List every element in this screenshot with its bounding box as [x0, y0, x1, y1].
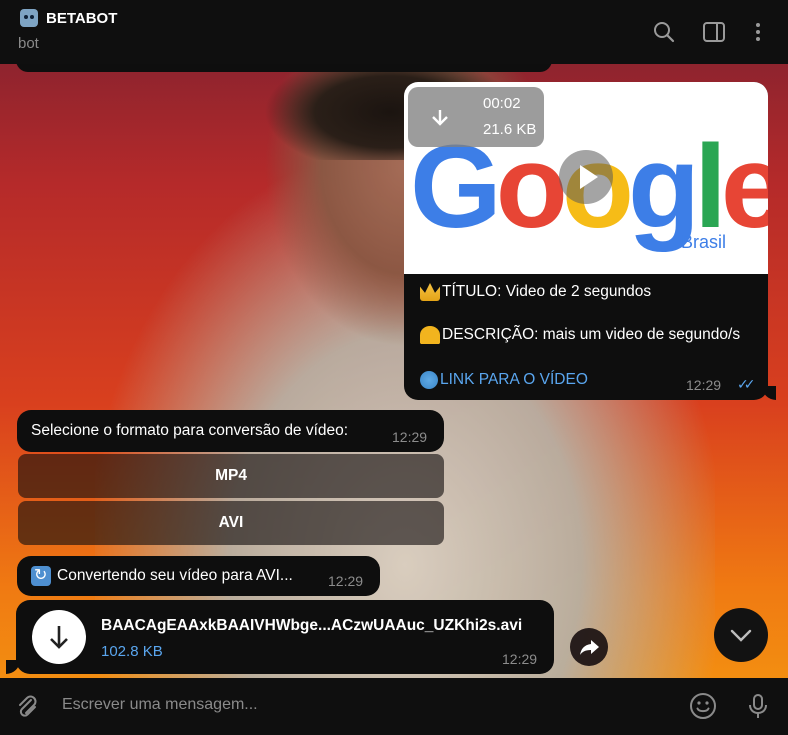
sidebar-toggle-icon[interactable] [702, 20, 726, 44]
download-icon[interactable] [428, 107, 452, 131]
format-prompt-message[interactable]: Selecione o formato para conversão de ví… [17, 410, 444, 452]
sync-icon [31, 565, 51, 586]
chat-title-text: BETABOT [46, 9, 118, 27]
file-name[interactable]: BAACAgEAAxkBAAIVHWbge...ACzwUAAuc_UZKhi2… [101, 617, 522, 635]
chat-subtitle: bot [18, 35, 39, 52]
converting-text: Convertendo seu vídeo para AVI... [31, 565, 293, 586]
file-message[interactable]: BAACAgEAAxkBAAIVHWbge...ACzwUAAuc_UZKhi2… [16, 600, 554, 674]
google-logo-subtext: Brasil [681, 232, 727, 252]
mp4-button[interactable]: MP4 [18, 454, 444, 498]
file-download-button[interactable] [32, 610, 86, 664]
message-time: 12:29 [686, 377, 722, 393]
video-duration: 00:02 [483, 95, 521, 112]
video-message[interactable]: Google Brasil 00:02 21.6 KB TÍTULO: Vide… [404, 82, 768, 400]
file-size: 102.8 KB [101, 643, 163, 660]
emoji-icon[interactable] [689, 692, 717, 720]
download-arrow-icon [50, 626, 68, 649]
video-thumbnail[interactable]: Google Brasil 00:02 21.6 KB [404, 82, 768, 274]
chat-title[interactable]: BETABOT [20, 9, 117, 27]
chat-header: BETABOT bot [0, 0, 788, 64]
message-time: 12:29 [502, 651, 538, 667]
caption-title: TÍTULO: Video de 2 segundos [420, 283, 651, 301]
format-prompt-text: Selecione o formato para conversão de ví… [31, 422, 349, 439]
video-info-badge[interactable]: 00:02 21.6 KB [408, 87, 544, 147]
message-input[interactable]: Escrever uma mensagem... [62, 696, 258, 714]
video-link[interactable]: LINK PARA O VÍDEO [440, 371, 588, 389]
caption-description: DESCRIÇÃO: mais um video de segundo/s [420, 326, 740, 344]
message-time: 12:29 [328, 573, 364, 589]
video-size: 21.6 KB [483, 121, 537, 138]
microphone-icon[interactable] [744, 692, 772, 720]
read-checkmarks-icon: ✓✓ [737, 376, 756, 392]
bell-icon [420, 326, 440, 344]
caption-link[interactable]: LINK PARA O VÍDEO [420, 371, 588, 389]
globe-icon [420, 371, 438, 389]
search-icon[interactable] [652, 20, 676, 44]
attach-icon[interactable] [12, 692, 40, 720]
robot-icon [20, 9, 38, 27]
crown-icon [420, 283, 440, 301]
message-time: 12:29 [392, 429, 428, 445]
chevron-down-icon [730, 629, 752, 642]
message-composer: Escrever uma mensagem... [0, 678, 788, 735]
forward-icon[interactable] [570, 628, 608, 666]
more-vert-icon[interactable] [746, 20, 770, 44]
scroll-down-button[interactable] [714, 608, 768, 662]
play-icon[interactable] [559, 150, 613, 204]
converting-message[interactable]: Convertendo seu vídeo para AVI... 12:29 [17, 556, 380, 596]
avi-button[interactable]: AVI [18, 501, 444, 545]
